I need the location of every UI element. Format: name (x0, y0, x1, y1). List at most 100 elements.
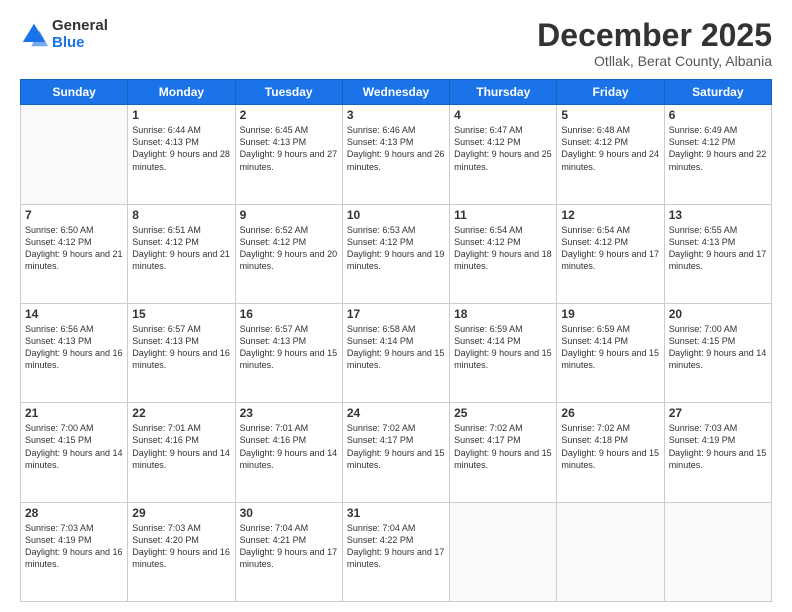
calendar-cell: 26Sunrise: 7:02 AMSunset: 4:18 PMDayligh… (557, 403, 664, 502)
calendar-week-row-2: 14 Sunrise: 6:56 AMSunset: 4:13 PMDayligh… (21, 303, 772, 402)
calendar-cell: 13 Sunrise: 6:55 AMSunset: 4:13 PMDayligh… (664, 204, 771, 303)
day-info: Sunrise: 7:00 AMSunset: 4:15 PMDaylight:… (25, 422, 123, 471)
calendar-week-row-1: 7 Sunrise: 6:50 AMSunset: 4:12 PMDaylight… (21, 204, 772, 303)
calendar-cell (21, 105, 128, 204)
calendar-cell: 15Sunrise: 6:57 AMSunset: 4:13 PMDayligh… (128, 303, 235, 402)
day-number: 19 (561, 307, 659, 321)
day-number: 22 (132, 406, 230, 420)
calendar-cell: 11Sunrise: 6:54 AMSunset: 4:12 PMDayligh… (450, 204, 557, 303)
calendar-cell (450, 502, 557, 601)
day-number: 13 (669, 208, 767, 222)
day-number: 7 (25, 208, 123, 222)
day-number: 27 (669, 406, 767, 420)
day-info: Sunrise: 6:59 AMSunset: 4:14 PMDaylight:… (454, 323, 552, 372)
day-info: Sunrise: 6:47 AMSunset: 4:12 PMDaylight:… (454, 124, 552, 173)
calendar-cell (664, 502, 771, 601)
calendar-cell: 24Sunrise: 7:02 AMSunset: 4:17 PMDayligh… (342, 403, 449, 502)
day-info: Sunrise: 7:03 AMSunset: 4:20 PMDaylight:… (132, 522, 230, 571)
day-info: Sunrise: 6:46 AMSunset: 4:13 PMDaylight:… (347, 124, 445, 173)
calendar-cell: 19Sunrise: 6:59 AMSunset: 4:14 PMDayligh… (557, 303, 664, 402)
calendar-cell: 31 Sunrise: 7:04 AMSunset: 4:22 PMDayligh… (342, 502, 449, 601)
calendar-cell: 14 Sunrise: 6:56 AMSunset: 4:13 PMDayligh… (21, 303, 128, 402)
day-info: Sunrise: 6:51 AMSunset: 4:12 PMDaylight:… (132, 224, 230, 273)
weekday-header-row: SundayMondayTuesdayWednesdayThursdayFrid… (21, 80, 772, 105)
calendar-week-row-3: 21 Sunrise: 7:00 AMSunset: 4:15 PMDayligh… (21, 403, 772, 502)
day-info: Sunrise: 6:48 AMSunset: 4:12 PMDaylight:… (561, 124, 659, 173)
day-number: 31 (347, 506, 445, 520)
day-info: Sunrise: 6:49 AMSunset: 4:12 PMDaylight:… (669, 124, 767, 173)
calendar-cell: 10 Sunrise: 6:53 AMSunset: 4:12 PMDayligh… (342, 204, 449, 303)
weekday-header-sunday: Sunday (21, 80, 128, 105)
calendar-cell (557, 502, 664, 601)
day-info: Sunrise: 6:55 AMSunset: 4:13 PMDaylight:… (669, 224, 767, 273)
day-info: Sunrise: 7:02 AMSunset: 4:17 PMDaylight:… (454, 422, 552, 471)
weekday-header-friday: Friday (557, 80, 664, 105)
day-info: Sunrise: 6:58 AMSunset: 4:14 PMDaylight:… (347, 323, 445, 372)
logo-general-text: General (52, 18, 108, 35)
day-info: Sunrise: 6:57 AMSunset: 4:13 PMDaylight:… (132, 323, 230, 372)
day-info: Sunrise: 7:02 AMSunset: 4:18 PMDaylight:… (561, 422, 659, 471)
day-info: Sunrise: 7:04 AMSunset: 4:22 PMDaylight:… (347, 522, 445, 571)
day-info: Sunrise: 6:57 AMSunset: 4:13 PMDaylight:… (240, 323, 338, 372)
day-number: 25 (454, 406, 552, 420)
day-number: 18 (454, 307, 552, 321)
calendar-table: SundayMondayTuesdayWednesdayThursdayFrid… (20, 79, 772, 602)
calendar-cell: 1 Sunrise: 6:44 AMSunset: 4:13 PMDaylight… (128, 105, 235, 204)
location-subtitle: Otllak, Berat County, Albania (537, 53, 772, 69)
calendar-week-row-4: 28 Sunrise: 7:03 AMSunset: 4:19 PMDayligh… (21, 502, 772, 601)
calendar-cell: 21 Sunrise: 7:00 AMSunset: 4:15 PMDayligh… (21, 403, 128, 502)
calendar-cell: 3Sunrise: 6:46 AMSunset: 4:13 PMDaylight… (342, 105, 449, 204)
day-info: Sunrise: 6:54 AMSunset: 4:12 PMDaylight:… (454, 224, 552, 273)
day-info: Sunrise: 6:54 AMSunset: 4:12 PMDaylight:… (561, 224, 659, 273)
calendar-cell: 25 Sunrise: 7:02 AMSunset: 4:17 PMDayligh… (450, 403, 557, 502)
calendar-cell: 22 Sunrise: 7:01 AMSunset: 4:16 PMDayligh… (128, 403, 235, 502)
day-info: Sunrise: 7:03 AMSunset: 4:19 PMDaylight:… (25, 522, 123, 571)
calendar-cell: 7 Sunrise: 6:50 AMSunset: 4:12 PMDaylight… (21, 204, 128, 303)
weekday-header-wednesday: Wednesday (342, 80, 449, 105)
day-number: 21 (25, 406, 123, 420)
day-number: 9 (240, 208, 338, 222)
logo: General Blue (20, 18, 108, 51)
day-info: Sunrise: 6:44 AMSunset: 4:13 PMDaylight:… (132, 124, 230, 173)
page: General Blue December 2025 Otllak, Berat… (0, 0, 792, 612)
day-info: Sunrise: 7:04 AMSunset: 4:21 PMDaylight:… (240, 522, 338, 571)
day-number: 16 (240, 307, 338, 321)
day-number: 5 (561, 108, 659, 122)
day-number: 8 (132, 208, 230, 222)
calendar-cell: 20 Sunrise: 7:00 AMSunset: 4:15 PMDayligh… (664, 303, 771, 402)
calendar-cell: 28 Sunrise: 7:03 AMSunset: 4:19 PMDayligh… (21, 502, 128, 601)
day-number: 10 (347, 208, 445, 222)
day-number: 2 (240, 108, 338, 122)
day-info: Sunrise: 6:52 AMSunset: 4:12 PMDaylight:… (240, 224, 338, 273)
day-info: Sunrise: 6:53 AMSunset: 4:12 PMDaylight:… (347, 224, 445, 273)
day-number: 1 (132, 108, 230, 122)
day-info: Sunrise: 7:00 AMSunset: 4:15 PMDaylight:… (669, 323, 767, 372)
day-info: Sunrise: 6:50 AMSunset: 4:12 PMDaylight:… (25, 224, 123, 273)
month-title: December 2025 (537, 18, 772, 53)
calendar-cell: 29 Sunrise: 7:03 AMSunset: 4:20 PMDayligh… (128, 502, 235, 601)
calendar-cell: 12Sunrise: 6:54 AMSunset: 4:12 PMDayligh… (557, 204, 664, 303)
calendar-cell: 8 Sunrise: 6:51 AMSunset: 4:12 PMDaylight… (128, 204, 235, 303)
day-number: 6 (669, 108, 767, 122)
calendar-cell: 30Sunrise: 7:04 AMSunset: 4:21 PMDayligh… (235, 502, 342, 601)
day-info: Sunrise: 6:45 AMSunset: 4:13 PMDaylight:… (240, 124, 338, 173)
logo-blue-text: Blue (52, 35, 108, 52)
day-number: 29 (132, 506, 230, 520)
day-number: 28 (25, 506, 123, 520)
weekday-header-monday: Monday (128, 80, 235, 105)
calendar-cell: 5 Sunrise: 6:48 AMSunset: 4:12 PMDaylight… (557, 105, 664, 204)
day-number: 23 (240, 406, 338, 420)
calendar-cell: 16 Sunrise: 6:57 AMSunset: 4:13 PMDayligh… (235, 303, 342, 402)
day-number: 14 (25, 307, 123, 321)
day-number: 17 (347, 307, 445, 321)
header: General Blue December 2025 Otllak, Berat… (20, 18, 772, 69)
day-info: Sunrise: 6:56 AMSunset: 4:13 PMDaylight:… (25, 323, 123, 372)
day-info: Sunrise: 7:01 AMSunset: 4:16 PMDaylight:… (132, 422, 230, 471)
calendar-cell: 23 Sunrise: 7:01 AMSunset: 4:16 PMDayligh… (235, 403, 342, 502)
day-info: Sunrise: 7:01 AMSunset: 4:16 PMDaylight:… (240, 422, 338, 471)
weekday-header-thursday: Thursday (450, 80, 557, 105)
calendar-cell: 17 Sunrise: 6:58 AMSunset: 4:14 PMDayligh… (342, 303, 449, 402)
day-number: 20 (669, 307, 767, 321)
calendar-cell: 4Sunrise: 6:47 AMSunset: 4:12 PMDaylight… (450, 105, 557, 204)
calendar-cell: 18 Sunrise: 6:59 AMSunset: 4:14 PMDayligh… (450, 303, 557, 402)
